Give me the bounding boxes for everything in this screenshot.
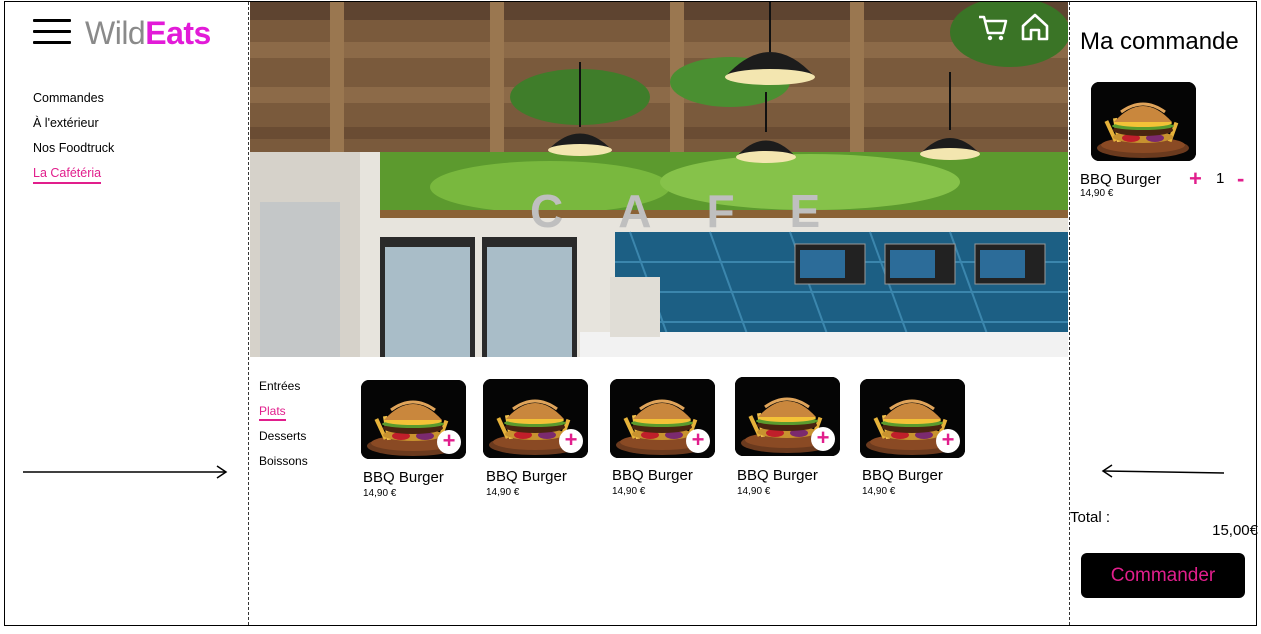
logo-wild: Wild xyxy=(85,15,146,51)
category-list: Entrées Plats Desserts Boissons xyxy=(259,378,308,478)
product-image: + xyxy=(610,379,715,458)
main-content: CAFE Entrées Plats Desserts Boissons + B… xyxy=(250,2,1068,625)
hero-image: CAFE xyxy=(250,2,1068,357)
product-name: BBQ Burger xyxy=(363,469,444,486)
nav-item-foodtruck[interactable]: Nos Foodtruck xyxy=(33,140,114,165)
cart-icon[interactable] xyxy=(978,12,1008,42)
increase-qty-button[interactable]: + xyxy=(1189,166,1202,192)
nav-label: La Cafétéria xyxy=(33,166,102,184)
order-item-price: 14,90 € xyxy=(1080,188,1114,199)
category-label: Desserts xyxy=(259,429,307,443)
product-image: + xyxy=(735,377,840,456)
order-item-image xyxy=(1091,82,1196,161)
order-item-qty: 1 xyxy=(1216,170,1225,187)
category-entrees[interactable]: Entrées xyxy=(259,378,308,403)
category-desserts[interactable]: Desserts xyxy=(259,428,308,453)
product-card[interactable]: + BBQ Burger 14,90 € xyxy=(735,377,845,497)
add-to-cart-plus-icon[interactable]: + xyxy=(559,429,583,453)
product-price: 14,90 € xyxy=(363,488,397,499)
category-boissons[interactable]: Boissons xyxy=(259,453,308,478)
category-label: Boissons xyxy=(259,454,308,468)
nav-item-exterieur[interactable]: À l'extérieur xyxy=(33,115,114,140)
left-sidebar: WildEats Commandes À l'extérieur Nos Foo… xyxy=(5,2,249,625)
home-icon[interactable] xyxy=(1020,12,1050,42)
category-plats[interactable]: Plats xyxy=(259,403,308,428)
order-title: Ma commande xyxy=(1080,28,1239,55)
product-card[interactable]: + BBQ Burger 14,90 € xyxy=(483,379,593,498)
category-label: Plats xyxy=(259,404,286,421)
add-to-cart-plus-icon[interactable]: + xyxy=(811,427,835,451)
nav-item-commandes[interactable]: Commandes xyxy=(33,90,114,115)
order-sidebar: Ma commande BBQ Burger 14,90 € + 1 - Tot… xyxy=(1069,2,1258,625)
product-card[interactable]: + BBQ Burger 14,90 € xyxy=(610,379,720,497)
logo-eats: Eats xyxy=(145,15,211,51)
product-price: 14,90 € xyxy=(737,486,771,497)
product-name: BBQ Burger xyxy=(486,468,567,485)
product-image: + xyxy=(483,379,588,458)
svg-text:CAFE: CAFE xyxy=(530,185,875,237)
product-price: 14,90 € xyxy=(612,486,646,497)
decrease-qty-button[interactable]: - xyxy=(1237,166,1244,192)
total-value: 15,00€ xyxy=(1212,522,1258,539)
add-to-cart-plus-icon[interactable]: + xyxy=(437,430,461,454)
product-image: + xyxy=(860,379,965,458)
order-button[interactable]: Commander xyxy=(1081,553,1245,598)
category-label: Entrées xyxy=(259,379,301,393)
product-price: 14,90 € xyxy=(862,486,896,497)
nav-item-cafeteria[interactable]: La Cafétéria xyxy=(33,165,114,190)
product-card[interactable]: + BBQ Burger 14,90 € xyxy=(860,379,970,497)
nav-label: À l'extérieur xyxy=(33,116,99,130)
product-image: + xyxy=(361,380,466,459)
add-to-cart-plus-icon[interactable]: + xyxy=(686,429,710,453)
product-card[interactable]: + BBQ Burger 14,90 € xyxy=(361,380,471,499)
product-name: BBQ Burger xyxy=(862,467,943,484)
total-label: Total : xyxy=(1070,509,1111,526)
app-frame: WildEats Commandes À l'extérieur Nos Foo… xyxy=(4,1,1258,626)
arrow-right-icon[interactable] xyxy=(23,464,229,480)
nav-label: Nos Foodtruck xyxy=(33,141,115,155)
arrow-left-icon[interactable] xyxy=(1100,464,1226,480)
product-price: 14,90 € xyxy=(486,487,520,498)
order-item-name: BBQ Burger xyxy=(1080,171,1161,188)
nav-label: Commandes xyxy=(33,91,104,105)
top-icons xyxy=(978,12,1050,42)
brand-logo[interactable]: WildEats xyxy=(85,15,211,52)
product-name: BBQ Burger xyxy=(737,467,818,484)
product-name: BBQ Burger xyxy=(612,467,693,484)
main-nav: Commandes À l'extérieur Nos Foodtruck La… xyxy=(33,90,114,190)
add-to-cart-plus-icon[interactable]: + xyxy=(936,429,960,453)
hamburger-menu-icon[interactable] xyxy=(33,19,71,45)
